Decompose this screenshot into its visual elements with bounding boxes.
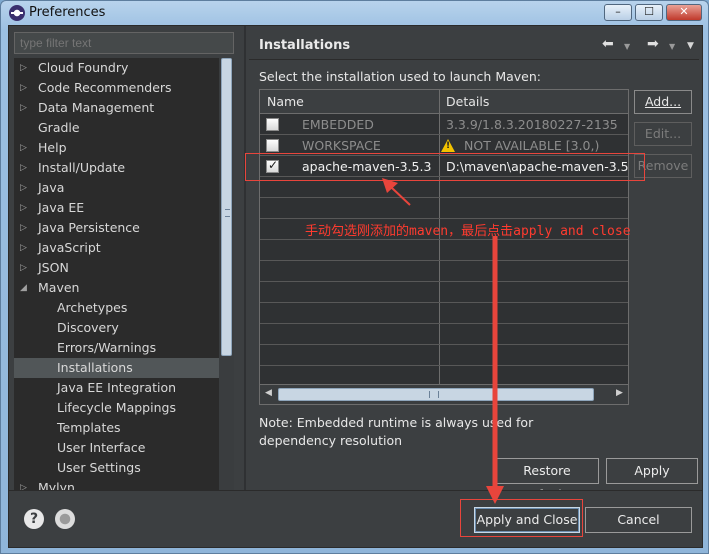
annotation-arrow-checkbox: [391, 187, 411, 206]
annotation-arrows: [382, 178, 504, 504]
